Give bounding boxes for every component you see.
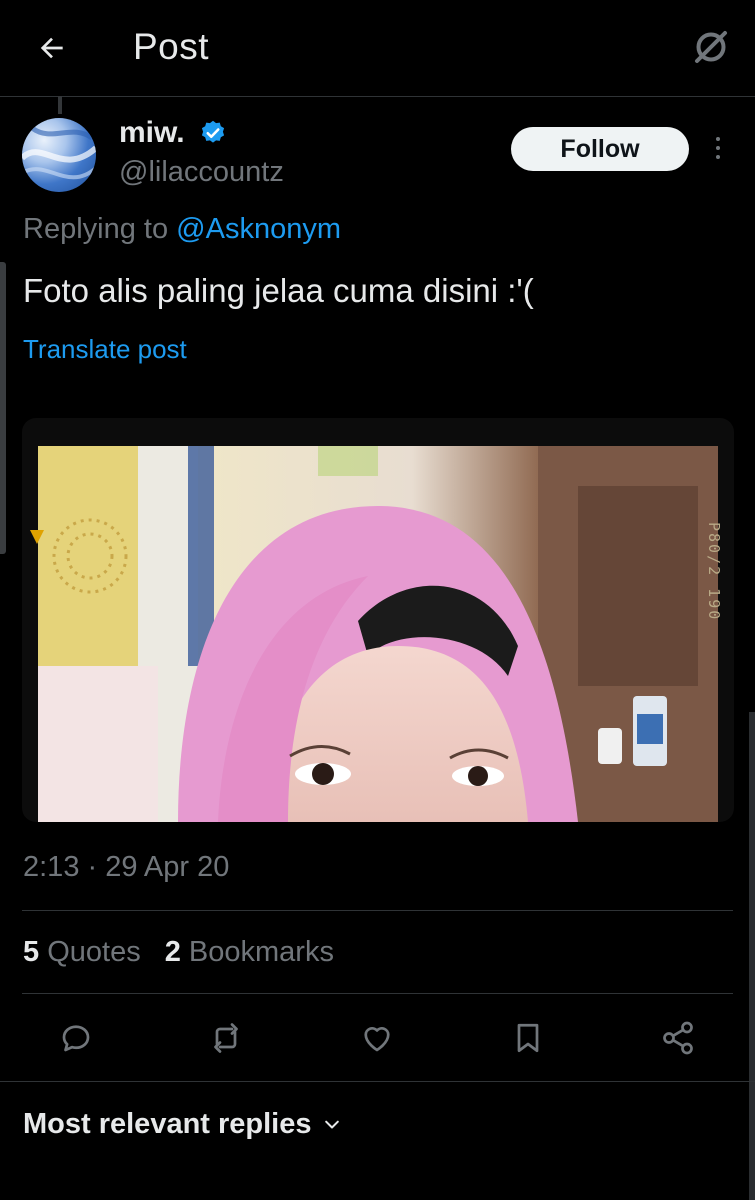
photo-illustration xyxy=(38,446,718,822)
film-code-label: P80/2 190 xyxy=(705,522,723,622)
divider xyxy=(22,910,733,911)
back-arrow-icon xyxy=(40,37,63,59)
replies-sort-label: Most relevant replies xyxy=(23,1108,312,1140)
avatar[interactable] xyxy=(22,118,96,192)
quotes-count: 5 xyxy=(23,936,40,968)
film-marker-icon xyxy=(30,530,44,544)
thread-connector-line xyxy=(58,96,62,114)
page-title: Post xyxy=(133,26,210,67)
post-timestamp[interactable]: 2:13 · 29 Apr 20 xyxy=(23,851,229,884)
bookmarks-count: 2 xyxy=(164,936,181,968)
more-icon[interactable] xyxy=(704,130,732,166)
scrollbar[interactable] xyxy=(749,712,755,1200)
quotes-label: Quotes xyxy=(47,936,141,968)
reply-icon xyxy=(62,1025,90,1052)
follow-button[interactable]: Follow xyxy=(511,127,689,171)
top-bar xyxy=(0,0,755,97)
post-photo xyxy=(38,446,718,822)
bookmark-button[interactable] xyxy=(506,1016,550,1060)
reply-button[interactable] xyxy=(54,1016,98,1060)
back-button[interactable] xyxy=(30,26,74,70)
edge-scroll-indicator xyxy=(0,262,6,554)
repost-button[interactable] xyxy=(204,1016,248,1060)
divider xyxy=(22,993,733,994)
author-name[interactable]: miw. xyxy=(119,116,185,150)
bookmarks-stat[interactable]: 2 Bookmarks xyxy=(165,936,334,969)
bookmarks-label: Bookmarks xyxy=(188,936,334,968)
avatar-image xyxy=(22,125,96,180)
replies-sort-dropdown[interactable]: Most relevant replies xyxy=(23,1108,342,1141)
post-media[interactable]: P80/2 190 xyxy=(22,418,734,822)
engagement-stats: 5 Quotes 2 Bookmarks xyxy=(23,936,334,969)
grok-icon xyxy=(695,31,727,63)
share-icon xyxy=(663,1021,693,1055)
repost-icon xyxy=(214,1023,238,1053)
like-icon xyxy=(364,1027,390,1052)
author-handle[interactable]: @lilaccountz xyxy=(119,156,284,189)
verified-badge-icon xyxy=(201,120,225,143)
replying-to-prefix: Replying to xyxy=(23,213,169,245)
reply-to-handle-link[interactable]: @Asknonym xyxy=(176,213,341,245)
divider xyxy=(0,1081,755,1082)
quotes-stat[interactable]: 5 Quotes xyxy=(23,936,141,969)
grok-button[interactable] xyxy=(688,24,734,70)
action-bar xyxy=(22,1008,733,1068)
share-button[interactable] xyxy=(656,1016,700,1060)
bookmark-icon xyxy=(517,1023,539,1053)
chevron-down-icon xyxy=(324,1120,339,1128)
like-button[interactable] xyxy=(355,1016,399,1060)
post-text: Foto alis paling jelaa cuma disini :'( xyxy=(23,272,534,309)
translate-post-link[interactable]: Translate post xyxy=(23,334,187,365)
replying-to: Replying to @Asknonym xyxy=(23,213,341,246)
